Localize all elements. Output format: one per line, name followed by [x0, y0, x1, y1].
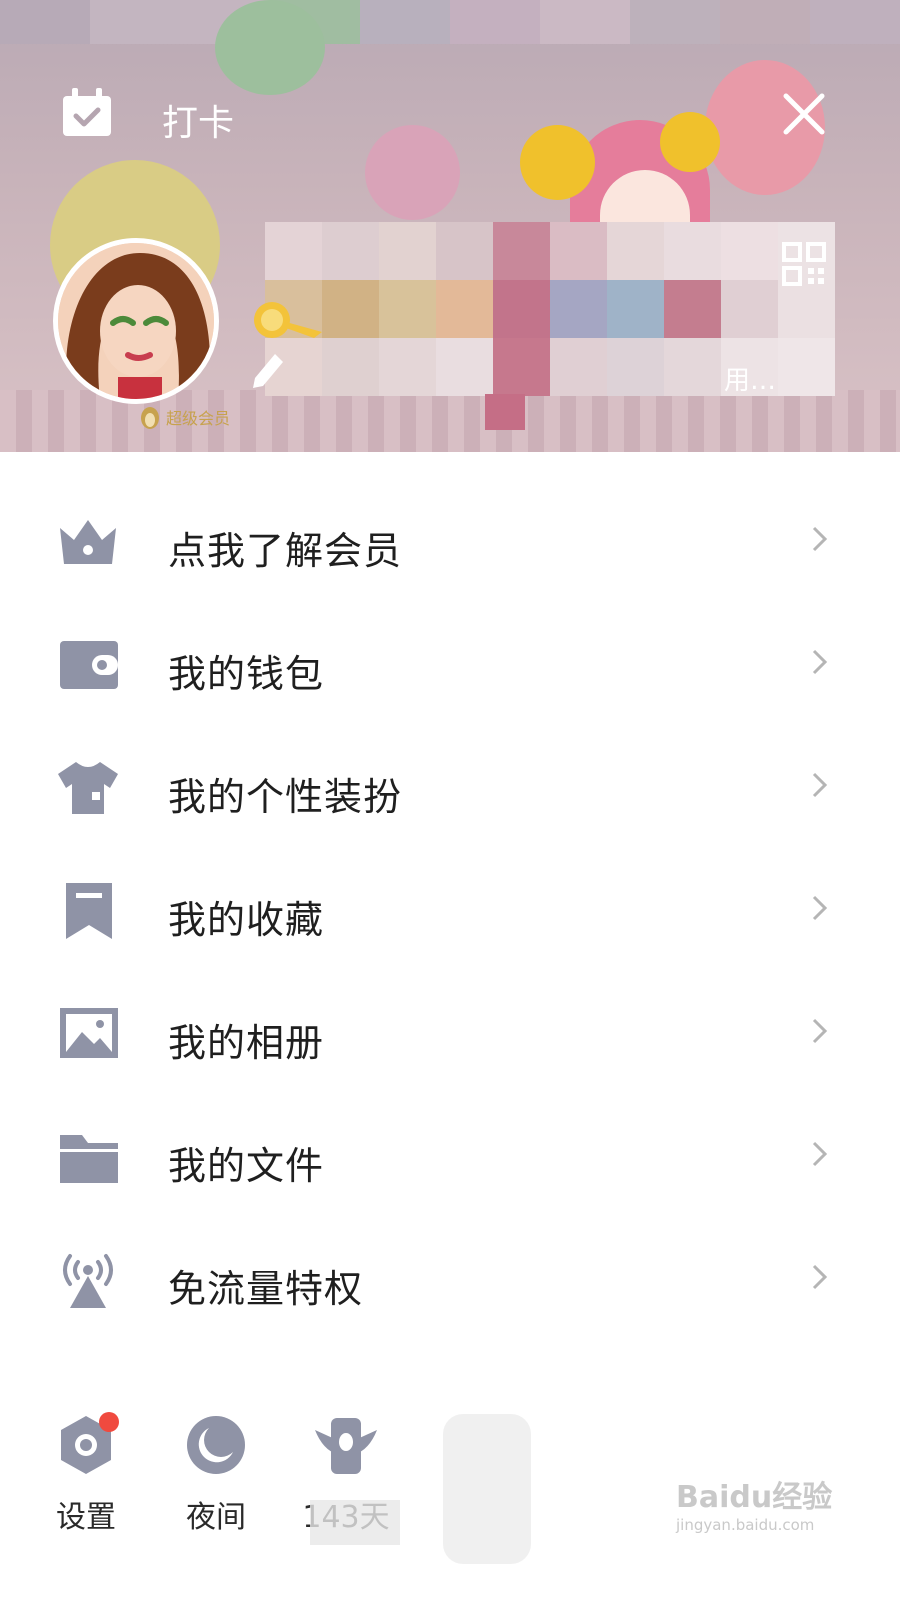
- watermark-sub: jingyan.baidu.com: [676, 1516, 815, 1534]
- chevron-right-icon: [812, 526, 828, 552]
- mosaic-cell: [778, 280, 835, 338]
- strip-cell: [360, 0, 450, 44]
- edit-pencil-icon[interactable]: [247, 348, 287, 388]
- menu-item-label: 我的个性装扮: [168, 775, 403, 819]
- mosaic-cell: [550, 280, 607, 338]
- night-label: 夜间: [186, 1500, 246, 1535]
- mosaic-cell: [493, 222, 550, 280]
- mosaic-cell: [607, 338, 664, 396]
- mosaic-cell: [493, 280, 550, 338]
- strip-cell: [0, 0, 90, 44]
- watermark: Baidu经验 jingyan.baidu.com: [676, 1472, 846, 1552]
- mosaic-cell: [664, 280, 721, 338]
- nickname-mosaic-tail: [485, 394, 525, 430]
- blurred-label: [310, 1500, 400, 1545]
- mosaic-cell: [322, 338, 379, 396]
- close-icon[interactable]: [780, 90, 828, 138]
- menu-item-personalization[interactable]: 我的个性装扮: [0, 736, 900, 836]
- mosaic-cell: [778, 338, 835, 396]
- menu-item-membership[interactable]: 点我了解会员: [0, 490, 900, 590]
- folder-icon: [60, 1135, 118, 1183]
- moon-icon: [187, 1416, 245, 1474]
- chevron-right-icon: [812, 1264, 828, 1290]
- mosaic-cell: [265, 222, 322, 280]
- menu-item-favorites[interactable]: 我的收藏: [0, 859, 900, 959]
- mosaic-cell: [664, 222, 721, 280]
- menu-item-label: 免流量特权: [168, 1267, 364, 1311]
- menu-item-label: 我的收藏: [168, 898, 325, 942]
- settings-icon: [61, 1412, 119, 1474]
- menu-item-files[interactable]: 我的文件: [0, 1105, 900, 1205]
- menu-item-label: 我的相册: [168, 1021, 325, 1065]
- mosaic-cell: [493, 338, 550, 396]
- vip-badge: 超级会员: [138, 404, 230, 430]
- balloon-green: [215, 0, 325, 95]
- mosaic-cell: [550, 338, 607, 396]
- bottom-bar: 设置 夜间 143天 Baidu经验 jingyan.baidu.com: [0, 1400, 900, 1600]
- mosaic-cell: [607, 222, 664, 280]
- menu-item-label: 我的钱包: [168, 652, 325, 696]
- watermark-main: Baidu经验: [676, 1480, 833, 1515]
- winged-penguin-icon: [315, 1418, 377, 1474]
- profile-header: 打卡 超级会员 用…: [0, 0, 900, 452]
- settings-label: 设置: [56, 1500, 116, 1535]
- antenna-icon: [63, 1254, 113, 1308]
- menu-item-wallet[interactable]: 我的钱包: [0, 613, 900, 713]
- signature-text[interactable]: 用…: [724, 360, 776, 397]
- header-top-strip: [0, 0, 900, 44]
- mosaic-cell: [436, 338, 493, 396]
- mosaic-cell: [436, 280, 493, 338]
- menu-item-label: 我的文件: [168, 1144, 325, 1188]
- chevron-right-icon: [812, 1141, 828, 1167]
- strip-cell: [540, 0, 630, 44]
- blurred-item: [443, 1414, 531, 1564]
- mosaic-cell: [607, 280, 664, 338]
- strip-cell: [630, 0, 720, 44]
- mosaic-cell: [379, 280, 436, 338]
- avatar[interactable]: [53, 238, 219, 404]
- calendar-check-icon[interactable]: [60, 88, 114, 138]
- tshirt-icon: [58, 762, 118, 814]
- mosaic-cell: [379, 338, 436, 396]
- penguin-icon: [141, 407, 159, 429]
- level-medal-icon[interactable]: [250, 296, 330, 346]
- menu-item-album[interactable]: 我的相册: [0, 982, 900, 1082]
- bookmark-icon: [66, 883, 112, 939]
- mosaic-cell: [664, 338, 721, 396]
- mosaic-cell: [322, 280, 379, 338]
- crown-icon: [60, 520, 116, 564]
- wallet-icon: [60, 641, 118, 689]
- qr-code-icon[interactable]: [782, 242, 826, 286]
- chevron-right-icon: [812, 772, 828, 798]
- checkin-label[interactable]: 打卡: [162, 94, 234, 146]
- strip-cell: [450, 0, 540, 44]
- notification-dot: [99, 1412, 119, 1432]
- avatar-illustration: [58, 243, 214, 399]
- emoji-face-left: [520, 125, 595, 200]
- vip-label: 超级会员: [166, 409, 231, 428]
- mosaic-cell: [550, 222, 607, 280]
- chevron-right-icon: [812, 649, 828, 675]
- mosaic-cell: [436, 222, 493, 280]
- chevron-right-icon: [812, 895, 828, 921]
- photo-album-icon: [60, 1008, 118, 1058]
- menu-item-data-free[interactable]: 免流量特权: [0, 1228, 900, 1328]
- emoji-face-right: [660, 112, 720, 172]
- mosaic-cell: [721, 280, 778, 338]
- strip-cell: [810, 0, 900, 44]
- mosaic-cell: [721, 222, 778, 280]
- mosaic-cell: [322, 222, 379, 280]
- chevron-right-icon: [812, 1018, 828, 1044]
- menu-item-label: 点我了解会员: [168, 529, 403, 573]
- strip-cell: [90, 0, 180, 44]
- mosaic-cell: [379, 222, 436, 280]
- strip-cell: [720, 0, 810, 44]
- settings-button[interactable]: 设置: [36, 1400, 136, 1536]
- balloon-pink-small: [365, 125, 460, 220]
- night-mode-button[interactable]: 夜间: [166, 1400, 266, 1536]
